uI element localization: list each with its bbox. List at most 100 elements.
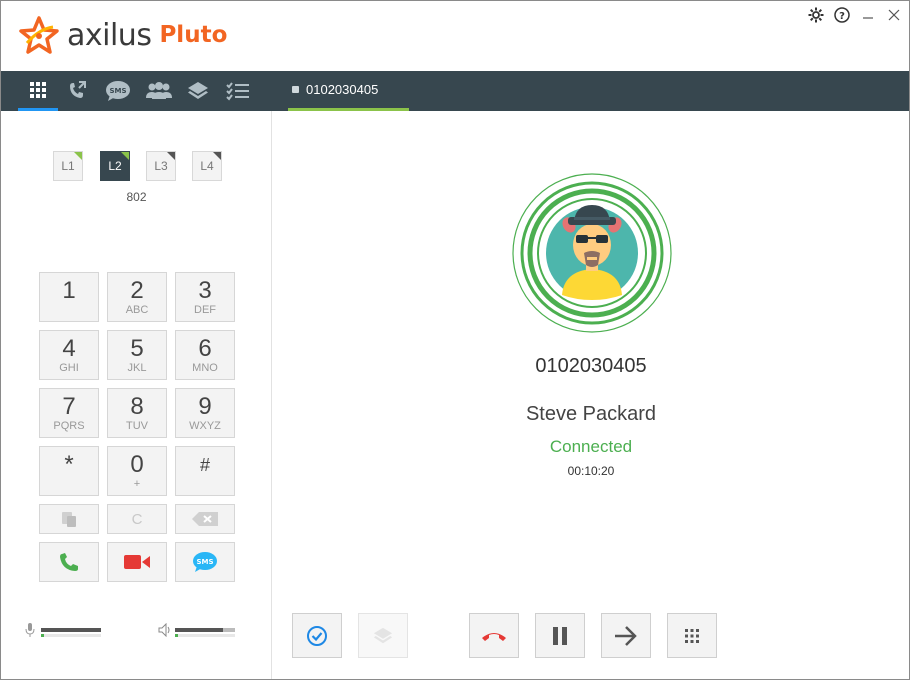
arrow-right-icon [615,625,637,646]
backspace-icon [192,512,218,526]
window-controls: ? [807,6,903,24]
line-label: L3 [154,159,168,173]
microphone-level[interactable] [25,623,105,637]
key-letters: WXYZ [189,420,221,432]
sms-icon: SMS [193,552,217,572]
key-letters: JKL [127,362,147,374]
caller-name: Steve Packard [525,403,657,425]
hold-button[interactable] [535,613,585,658]
check-circle-icon [307,625,327,646]
key-digit: # [199,455,210,475]
title-bar: axilus Pluto ? [1,1,909,71]
key-letters: + [133,478,141,490]
key-letters: GHI [59,362,79,374]
key-digit: 7 [62,393,76,420]
send-sms-button[interactable]: SMS [175,542,235,582]
call-status: Connected [549,437,633,456]
key-8[interactable]: 8 TUV [107,388,167,438]
brand-name: axilus [67,17,152,53]
key-5[interactable]: 5 JKL [107,330,167,380]
tab-indicator-icon [292,86,299,93]
tab-active-call[interactable]: 0102030405 [288,71,409,111]
key-digit: * [64,451,74,478]
gear-icon[interactable] [807,6,825,24]
key-hash[interactable]: # [175,446,235,496]
help-icon[interactable]: ? [833,6,851,24]
contacts-icon[interactable] [139,71,179,111]
speaker-level-bar [175,628,235,632]
pause-icon [553,626,567,645]
speaker-icon [158,623,170,637]
caller-number: 0102030405 [535,355,647,377]
line-label: L1 [61,159,75,173]
key-digit: 0 [130,451,144,478]
line-button-l4[interactable]: L4 [192,151,222,181]
key-letters: TUV [126,420,148,432]
key-9[interactable]: 9 WXYZ [175,388,235,438]
dialpad-icon[interactable] [18,71,58,111]
call-button[interactable] [39,542,99,582]
line-status-indicator [167,152,175,160]
close-icon[interactable] [885,6,903,24]
minimize-icon[interactable] [859,6,877,24]
key-letters: DEF [194,304,216,316]
line-status-indicator [121,152,129,160]
key-digit: 1 [62,277,76,304]
key-1[interactable]: 1 [39,272,99,322]
backspace-button[interactable] [175,504,235,534]
svg-text:SMS: SMS [196,558,213,566]
hangup-icon [482,632,506,641]
layers-icon[interactable] [178,71,218,111]
call-transfer-icon[interactable] [57,71,97,111]
key-6[interactable]: 6 MNO [175,330,235,380]
key-digit: 5 [130,335,144,362]
key-7[interactable]: 7 PQRS [39,388,99,438]
speaker-level[interactable] [158,623,238,637]
key-0[interactable]: 0 + [107,446,167,496]
layers-icon [373,627,393,643]
star-logo-icon [19,16,59,54]
sms-icon[interactable]: SMS [98,71,138,111]
app-window: axilus Pluto ? SMS 0102030405 L1 L2 L3 L… [0,0,910,680]
line-status-indicator [74,152,82,160]
dtmf-keypad-button[interactable] [667,613,717,658]
phone-icon [60,553,78,571]
key-digit: 6 [198,335,212,362]
key-star[interactable]: * [39,446,99,496]
extension-number: 802 [126,190,147,204]
line-label: L2 [108,159,122,173]
video-camera-icon [124,555,150,569]
line-status-indicator [213,152,221,160]
clear-label: C [131,510,143,528]
select-call-button[interactable] [292,613,342,658]
paste-icon [62,512,76,527]
dialer-panel: L1 L2 L3 L4 802 1 2 ABC 3 DEF 4 GHI 5 JKL 6M… [1,111,272,679]
svg-text:SMS: SMS [109,87,126,95]
svg-text:?: ? [839,11,845,22]
speaker-level-track [175,634,235,637]
transfer-button[interactable] [601,613,651,658]
conference-button[interactable] [358,613,408,658]
hangup-button[interactable] [469,613,519,658]
key-letters: MNO [192,362,218,374]
paste-button[interactable] [39,504,99,534]
microphone-level-bar [41,628,101,632]
line-label: L4 [200,159,214,173]
key-2[interactable]: 2 ABC [107,272,167,322]
line-button-l2[interactable]: L2 [100,151,130,181]
call-duration: 00:10:20 [567,464,615,478]
key-4[interactable]: 4 GHI [39,330,99,380]
checklist-icon[interactable] [218,71,258,111]
line-button-l3[interactable]: L3 [146,151,176,181]
key-3[interactable]: 3 DEF [175,272,235,322]
clear-button[interactable]: C [107,504,167,534]
tab-active-call-label: 0102030405 [306,82,379,97]
video-call-button[interactable] [107,542,167,582]
key-digit: 9 [198,393,212,420]
nav-bar: SMS 0102030405 [1,71,909,111]
key-digit: 4 [62,335,76,362]
line-button-l1[interactable]: L1 [53,151,83,181]
app-logo: axilus Pluto [19,15,227,55]
call-panel: 0102030405 Steve Packard Connected 00:10… [273,111,909,679]
product-name: Pluto [159,22,228,48]
